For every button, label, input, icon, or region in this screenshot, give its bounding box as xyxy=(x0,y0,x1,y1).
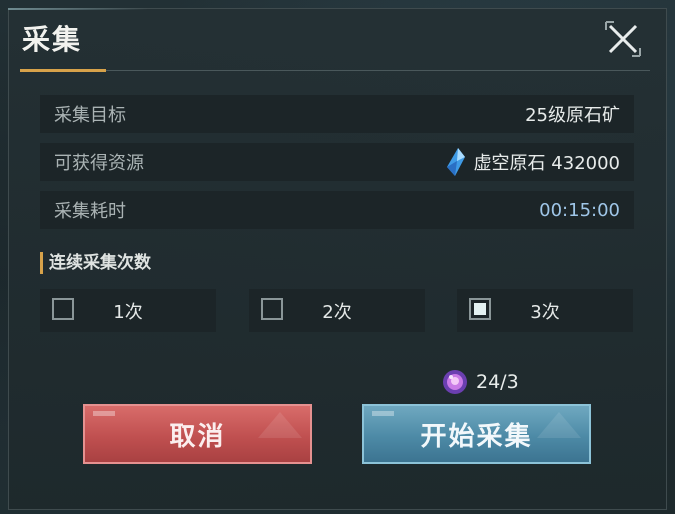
info-row-target: 采集目标 25级原石矿 xyxy=(40,95,634,133)
resource-value: 虚空原石 432000 xyxy=(473,153,620,174)
cancel-button[interactable]: 取消 xyxy=(83,404,312,464)
duration-value: 00:15:00 xyxy=(539,199,620,221)
target-value: 25级原石矿 xyxy=(525,105,620,126)
close-icon xyxy=(605,21,641,57)
blue-crystal-icon xyxy=(446,148,465,176)
info-row-duration: 采集耗时 00:15:00 xyxy=(40,191,634,229)
target-label: 采集目标 xyxy=(54,105,126,126)
count-section-title: 连续采集次数 xyxy=(40,252,151,274)
count-option-label: 3次 xyxy=(530,301,560,323)
count-option-label: 1次 xyxy=(113,301,143,323)
button-deco-triangle xyxy=(258,412,302,438)
button-deco xyxy=(372,411,394,416)
button-deco-triangle xyxy=(537,412,581,438)
energy-cost: 24/3 xyxy=(442,368,519,396)
resource-label: 可获得资源 xyxy=(54,153,144,174)
count-option-1[interactable]: 1次 xyxy=(40,289,216,332)
start-gather-button[interactable]: 开始采集 xyxy=(362,404,591,464)
count-option-3[interactable]: 3次 xyxy=(457,289,633,332)
title-divider-accent xyxy=(20,69,106,72)
dialog-title: 采集 xyxy=(22,23,83,56)
panel-corner-accent xyxy=(8,8,148,10)
cancel-label: 取消 xyxy=(169,421,226,452)
button-deco xyxy=(93,411,115,416)
info-row-resource: 可获得资源 虚空原石 432000 xyxy=(40,143,634,181)
close-button[interactable] xyxy=(604,20,642,58)
start-gather-label: 开始采集 xyxy=(420,421,533,452)
title-divider xyxy=(20,70,650,71)
count-option-2[interactable]: 2次 xyxy=(249,289,425,332)
energy-value: 24/3 xyxy=(476,371,519,393)
resource-value-group: 虚空原石 432000 xyxy=(446,147,620,177)
duration-label: 采集耗时 xyxy=(54,201,126,222)
count-option-label: 2次 xyxy=(322,301,352,323)
purple-energy-orb-icon xyxy=(443,370,467,394)
